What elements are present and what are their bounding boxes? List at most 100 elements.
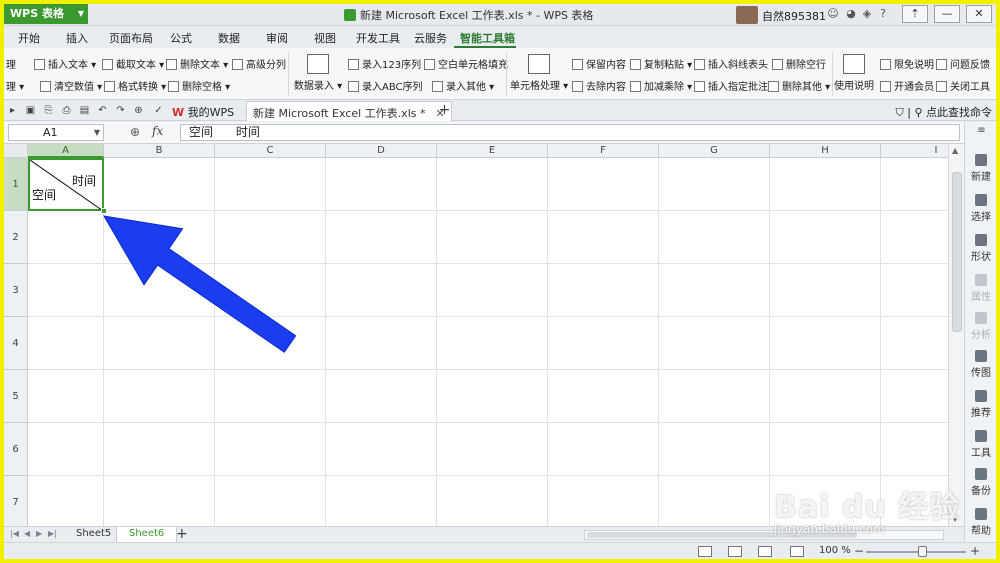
cell[interactable] [28, 317, 104, 370]
cell[interactable] [770, 264, 881, 317]
column-header-i[interactable]: I [881, 144, 948, 158]
spreadsheet-grid[interactable]: ABCDEFGHI 1234567 时间 空间 [4, 144, 948, 526]
tab-page-layout[interactable]: 页面布局 [109, 30, 153, 46]
pane-item-5[interactable]: 传图 [965, 350, 996, 379]
pane-item-8[interactable]: 备份 [965, 468, 996, 497]
feedback-icon[interactable]: ◕ [844, 7, 858, 21]
row-header-2[interactable]: 2 [4, 211, 28, 264]
entry-abc-button[interactable]: 录入ABC序列 [348, 78, 423, 93]
add-sheet-icon[interactable]: + [176, 526, 188, 542]
cell[interactable] [104, 158, 215, 211]
prev-sheet-icon[interactable]: ◀ [24, 529, 30, 538]
cell[interactable] [659, 264, 770, 317]
cell[interactable] [215, 211, 326, 264]
zoom-slider-knob[interactable] [918, 546, 927, 557]
ribbon-item[interactable]: 理 ▾ [6, 78, 24, 93]
cell[interactable] [659, 211, 770, 264]
usage-guide-button[interactable]: 使用说明 [834, 54, 874, 92]
page-break-view-icon[interactable] [728, 546, 742, 557]
cell[interactable] [326, 264, 437, 317]
format-convert-button[interactable]: 格式转换 ▾ [104, 78, 166, 93]
avatar[interactable] [736, 6, 758, 24]
cell[interactable] [104, 423, 215, 476]
row-header-3[interactable]: 3 [4, 264, 28, 317]
cell[interactable] [548, 423, 659, 476]
cloud-sync-icon[interactable]: ☺ [826, 7, 840, 21]
cell[interactable] [437, 264, 548, 317]
extract-text-button[interactable]: 截取文本 ▾ [102, 56, 164, 71]
column-header-a[interactable]: A [28, 144, 104, 158]
zoom-out-icon[interactable]: − [854, 544, 864, 558]
delete-spaces-button[interactable]: 删除空格 ▾ [168, 78, 230, 93]
cell[interactable] [770, 370, 881, 423]
cell[interactable] [326, 158, 437, 211]
open-membership-button[interactable]: 开通会员 [880, 78, 934, 93]
export-icon[interactable]: ⎘ [42, 104, 55, 117]
name-box[interactable]: A1 ▼ [8, 124, 104, 141]
delete-empty-rows-button[interactable]: 删除空行 [772, 56, 826, 71]
last-sheet-icon[interactable]: ▶| [48, 529, 57, 538]
cell[interactable] [770, 317, 881, 370]
cell[interactable] [104, 370, 215, 423]
new-tab-icon[interactable]: + [438, 103, 451, 117]
cell[interactable] [28, 370, 104, 423]
advanced-split-button[interactable]: 高级分列 [232, 56, 286, 71]
cell[interactable] [104, 264, 215, 317]
ribbon-item[interactable]: 理 [6, 56, 16, 71]
cell[interactable] [326, 211, 437, 264]
cell[interactable] [326, 476, 437, 526]
column-header-g[interactable]: G [659, 144, 770, 158]
cell[interactable] [881, 158, 948, 211]
cell[interactable] [548, 317, 659, 370]
sheet-tab-sheet5[interactable]: Sheet5 [64, 527, 123, 543]
copy-paste-button[interactable]: 复制粘贴 ▾ [630, 56, 692, 71]
cell[interactable] [215, 423, 326, 476]
cell[interactable] [28, 264, 104, 317]
free-trial-info-button[interactable]: 限免说明 [880, 56, 934, 71]
arithmetic-button[interactable]: 加减乘除 ▾ [630, 78, 692, 93]
cell[interactable] [437, 476, 548, 526]
row-header-6[interactable]: 6 [4, 423, 28, 476]
minimize-button[interactable]: — [934, 5, 960, 23]
zoom-slider[interactable] [866, 551, 966, 553]
cell[interactable] [437, 370, 548, 423]
cell-a1-diagonal-header[interactable]: 时间 空间 [28, 158, 106, 213]
column-header-f[interactable]: F [548, 144, 659, 158]
row-header-1[interactable]: 1 [4, 158, 28, 211]
cell[interactable] [548, 211, 659, 264]
pin-button[interactable]: ⇡ [902, 5, 928, 23]
skin-icon[interactable]: ◈ [860, 7, 874, 21]
entry-other-button[interactable]: 录入其他 ▾ [432, 78, 494, 93]
cell[interactable] [770, 158, 881, 211]
delete-other-button[interactable]: 删除其他 ▾ [768, 78, 830, 93]
pane-item-6[interactable]: 推荐 [965, 390, 996, 419]
cell[interactable] [659, 158, 770, 211]
cell[interactable] [770, 211, 881, 264]
cell[interactable] [215, 317, 326, 370]
tab-data[interactable]: 数据 [218, 30, 240, 46]
cell[interactable] [104, 476, 215, 526]
reading-mode-icon[interactable] [790, 546, 804, 557]
customize-icon[interactable]: ✓ [152, 104, 165, 117]
cell[interactable] [437, 317, 548, 370]
cell[interactable] [659, 423, 770, 476]
cell[interactable] [659, 476, 770, 526]
insert-comment-button[interactable]: 插入指定批注 [694, 78, 768, 93]
clear-values-button[interactable]: 清空数值 ▾ [40, 78, 102, 93]
cell[interactable] [28, 423, 104, 476]
zoom-icon[interactable]: ⊕ [132, 104, 145, 117]
preview-icon[interactable]: ▤ [78, 104, 91, 117]
cell[interactable] [548, 370, 659, 423]
fill-handle[interactable] [101, 208, 107, 214]
cell[interactable] [548, 264, 659, 317]
next-sheet-icon[interactable]: ▶ [36, 529, 42, 538]
feedback-button[interactable]: 问题反馈 [936, 56, 990, 71]
entry-123-button[interactable]: 录入123序列 [348, 56, 421, 71]
tab-review[interactable]: 审阅 [266, 30, 288, 46]
sheet-tab-sheet6[interactable]: Sheet6 [116, 527, 178, 543]
tab-cloud[interactable]: 云服务 [414, 30, 447, 46]
cell[interactable] [881, 264, 948, 317]
column-header-h[interactable]: H [770, 144, 881, 158]
column-header-d[interactable]: D [326, 144, 437, 158]
first-sheet-icon[interactable]: |◀ [10, 529, 19, 538]
